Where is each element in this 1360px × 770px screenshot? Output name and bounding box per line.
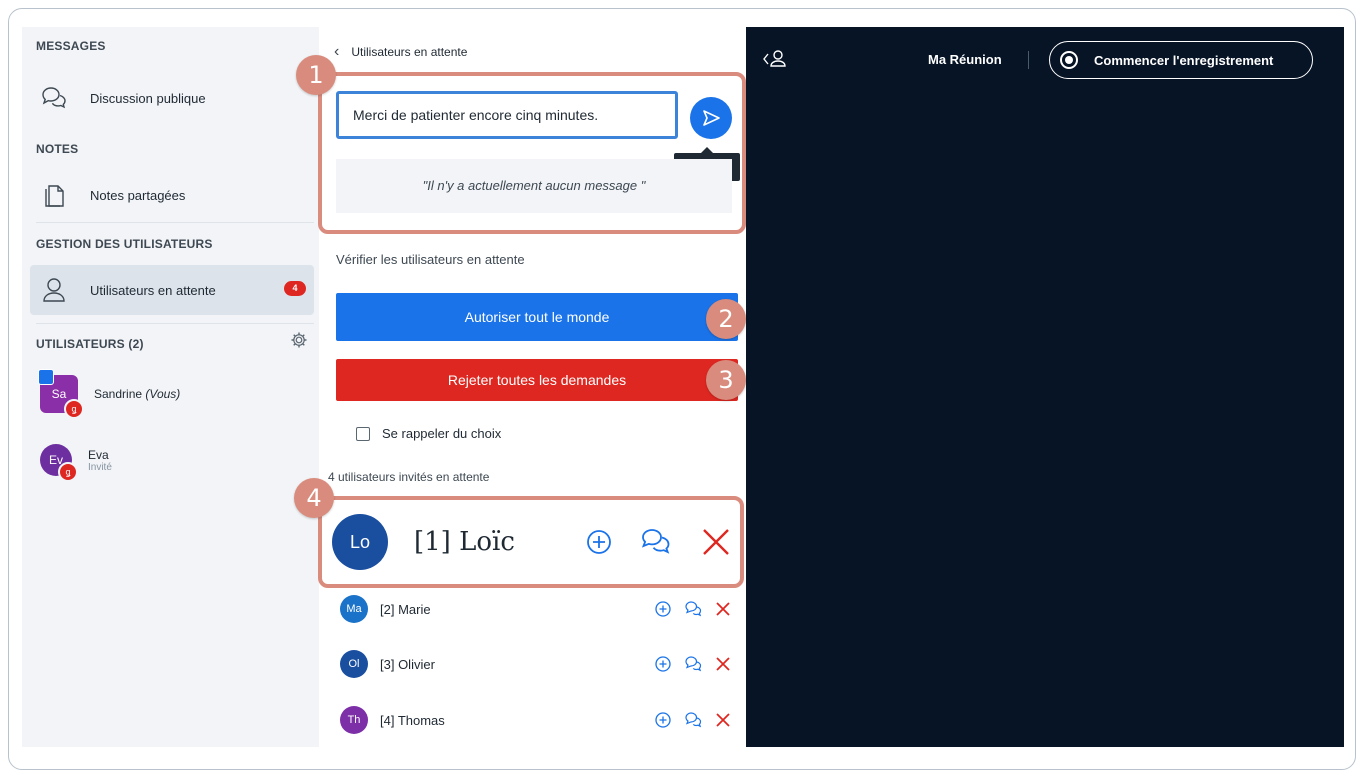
- messages-section-title: MESSAGES: [36, 39, 106, 53]
- guest-list-item: Ma [2] Marie: [340, 589, 740, 629]
- guest-actions: [654, 655, 732, 673]
- avatar-initials: Sa: [51, 387, 67, 401]
- guest-badge-icon: ǥ: [64, 399, 84, 419]
- allow-all-button[interactable]: Autoriser tout le monde: [336, 293, 738, 341]
- waiting-count-label: 4 utilisateurs invités en attente: [328, 470, 490, 484]
- callout-box-1: [318, 72, 746, 234]
- callout-number-4: 4: [294, 478, 334, 518]
- toggle-userlist-icon[interactable]: [762, 49, 788, 69]
- user-list-item[interactable]: Ev ǥ Eva Invité: [40, 439, 112, 482]
- sidebar: MESSAGES Discussion publique NOTES Notes…: [22, 27, 319, 747]
- sidebar-item-waiting-users[interactable]: Utilisateurs en attente 4: [30, 265, 314, 315]
- chat-icon[interactable]: [684, 711, 702, 729]
- meeting-title: Ma Réunion: [928, 52, 1002, 67]
- guest-badge-icon: ǥ: [58, 462, 78, 482]
- guest-name: [4] Thomas: [380, 712, 445, 728]
- user-name-text: Sandrine: [94, 387, 143, 401]
- divider: [1028, 51, 1029, 69]
- user-management-section-title: GESTION DES UTILISATEURS: [36, 237, 213, 251]
- guest-list-item: Th [4] Thomas: [340, 700, 740, 740]
- guest-list-item: Ol [3] Olivier: [340, 644, 740, 684]
- notes-icon: [40, 181, 68, 209]
- deny-icon[interactable]: [714, 600, 732, 618]
- avatar: Ev ǥ: [40, 444, 78, 482]
- chevron-left-icon[interactable]: ‹: [334, 43, 339, 61]
- panel-header[interactable]: ‹ Utilisateurs en attente: [334, 43, 467, 61]
- user-role: Invité: [88, 461, 112, 473]
- user-self-suffix: (Vous): [145, 387, 181, 401]
- record-icon: [1060, 51, 1078, 69]
- callout-number-2: 2: [706, 299, 746, 339]
- meeting-main-area: Ma Réunion Commencer l'enregistrement: [746, 27, 1344, 747]
- top-bar: Ma Réunion Commencer l'enregistrement: [746, 27, 1344, 87]
- user-info: Eva Invité: [72, 448, 112, 473]
- user-name: Sandrine (Vous): [94, 387, 180, 401]
- deny-icon[interactable]: [714, 655, 732, 673]
- sidebar-item-label: Notes partagées: [90, 187, 186, 203]
- start-recording-button[interactable]: Commencer l'enregistrement: [1049, 41, 1313, 79]
- guest-actions: [654, 600, 732, 618]
- presenter-icon: [38, 369, 54, 385]
- divider: [36, 323, 314, 324]
- remember-checkbox[interactable]: [356, 426, 370, 441]
- avatar: Th: [340, 706, 368, 734]
- divider: [36, 222, 314, 223]
- user-list-item[interactable]: Sa ǥ Sandrine (Vous): [38, 369, 180, 419]
- waiting-count-badge: 4: [284, 281, 306, 296]
- chat-icon[interactable]: [684, 600, 702, 618]
- verify-label: Vérifier les utilisateurs en attente: [336, 252, 525, 267]
- guest-name: [2] Marie: [380, 601, 431, 617]
- user-name: Eva: [88, 447, 109, 462]
- gear-icon[interactable]: [290, 331, 308, 354]
- chat-icon: [40, 84, 68, 112]
- chat-icon[interactable]: [684, 655, 702, 673]
- callout-number-3: 3: [706, 360, 746, 400]
- notes-section-title: NOTES: [36, 142, 79, 156]
- avatar: Ma: [340, 595, 368, 623]
- panel-title: Utilisateurs en attente: [351, 45, 468, 59]
- avatar: Sa ǥ: [38, 369, 84, 419]
- deny-icon[interactable]: [714, 711, 732, 729]
- remember-label: Se rappeler du choix: [382, 426, 502, 441]
- sidebar-item-shared-notes[interactable]: Notes partagées: [30, 172, 314, 218]
- guest-actions: [654, 711, 732, 729]
- start-recording-label: Commencer l'enregistrement: [1094, 52, 1274, 68]
- user-icon: [40, 276, 68, 304]
- sidebar-item-public-chat[interactable]: Discussion publique: [30, 75, 314, 121]
- avatar: Ol: [340, 650, 368, 678]
- accept-icon[interactable]: [654, 655, 672, 673]
- users-section-title: UTILISATEURS (2): [36, 337, 144, 351]
- accept-icon[interactable]: [654, 600, 672, 618]
- callout-box-4: [318, 496, 744, 588]
- remember-choice[interactable]: Se rappeler du choix: [356, 426, 501, 441]
- guest-name: [3] Olivier: [380, 656, 435, 672]
- deny-all-button[interactable]: Rejeter toutes les demandes: [336, 359, 738, 401]
- sidebar-item-label: Utilisateurs en attente: [90, 282, 216, 298]
- accept-icon[interactable]: [654, 711, 672, 729]
- sidebar-item-label: Discussion publique: [90, 90, 206, 106]
- callout-number-1: 1: [296, 55, 336, 95]
